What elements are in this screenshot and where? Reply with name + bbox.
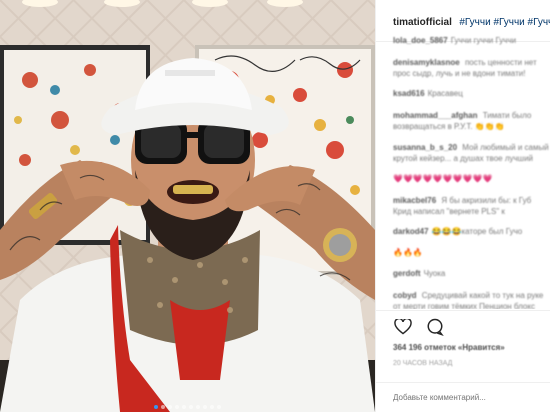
carousel-dot[interactable] — [154, 405, 158, 409]
comment-text: Красавец — [427, 89, 463, 98]
comment: cobyd Средуцивай какой то тук на руке от… — [393, 284, 550, 309]
comment-input[interactable] — [393, 393, 533, 402]
comment-emoji: 😂😂😂 — [431, 227, 462, 236]
post-date: 20 ЧАСОВ НАЗАД — [393, 360, 453, 367]
comment: darkod47 😂😂😂 каторе был Гучо — [393, 221, 550, 242]
comment-icon[interactable] — [425, 317, 445, 337]
comment-username[interactable]: denisamyklasnoe — [393, 58, 460, 67]
likes-count[interactable]: 364 196 отметок «Нравится» — [393, 343, 505, 352]
post-sidebar: timatiofficial #Гуччи #Гуччи #Гуччи lola… — [375, 0, 550, 412]
comment-username[interactable]: gerdoft — [393, 269, 421, 278]
heart-icon[interactable] — [393, 317, 413, 337]
comment: lola_doe_5867 Гуччи гуччи Гуччи — [393, 30, 550, 51]
comment: 🔥🔥🔥 — [393, 242, 550, 263]
comment-emoji: 👏👏👏 — [474, 122, 505, 131]
comment-text: каторе был Гучо — [461, 227, 523, 236]
comment-emoji: 🔥🔥🔥 — [393, 248, 423, 257]
comment: ksad616 Красавец — [393, 83, 550, 104]
carousel-dot[interactable] — [196, 405, 200, 409]
instagram-post: timatiofficial #Гуччи #Гуччи #Гуччи lola… — [0, 0, 550, 412]
carousel-dot[interactable] — [189, 405, 193, 409]
comment-username[interactable]: mikacbel76 — [393, 196, 436, 205]
comment: denisamyklasnoe пость ценности нет прос … — [393, 51, 550, 83]
add-comment-bar — [376, 382, 550, 412]
carousel-indicator[interactable] — [0, 405, 375, 409]
comment-username[interactable]: mohammad___afghan — [393, 111, 477, 120]
comment-text: Гуччи гуччи Гуччи — [450, 36, 517, 45]
carousel-dot[interactable] — [161, 405, 165, 409]
carousel-dot[interactable] — [203, 405, 207, 409]
comment: susanna_b_s_20 Мой любимый и самый круто… — [393, 136, 550, 168]
comment: 💗💗💗💗💗💗💗💗💗💗 — [393, 168, 550, 189]
gold-grillz — [173, 185, 213, 194]
carousel-dot[interactable] — [182, 405, 186, 409]
comment: mikacbel76 Я бы акризили бы: к Губ Крид … — [393, 189, 550, 221]
comment-username[interactable]: darkod47 — [393, 227, 429, 236]
comments-list[interactable]: lola_doe_5867 Гуччи гуччи Гуччи denisamy… — [376, 30, 550, 309]
post-photo[interactable] — [0, 0, 375, 412]
comment-username[interactable]: lola_doe_5867 — [393, 36, 448, 45]
comment-text: Чуока — [423, 269, 446, 278]
post-hashtags[interactable]: #Гуччи #Гуччи #Гуччи — [459, 17, 550, 28]
comment-username[interactable]: susanna_b_s_20 — [393, 143, 457, 152]
carousel-dot[interactable] — [175, 405, 179, 409]
carousel-dot[interactable] — [168, 405, 172, 409]
comment: mohammad___afghan Тимати было возвращать… — [393, 104, 550, 136]
comment: gerdoft Чуока — [393, 263, 550, 284]
post-actions — [376, 310, 550, 338]
comment-username[interactable]: cobyd — [393, 291, 417, 300]
carousel-dot[interactable] — [217, 405, 221, 409]
comment-username[interactable]: ksad616 — [393, 89, 425, 98]
carousel-dot[interactable] — [210, 405, 214, 409]
author-username[interactable]: timatiofficial — [393, 17, 452, 28]
photo-illustration — [0, 0, 375, 412]
comment-emoji: 💗💗💗💗💗💗💗💗💗💗 — [393, 174, 493, 183]
